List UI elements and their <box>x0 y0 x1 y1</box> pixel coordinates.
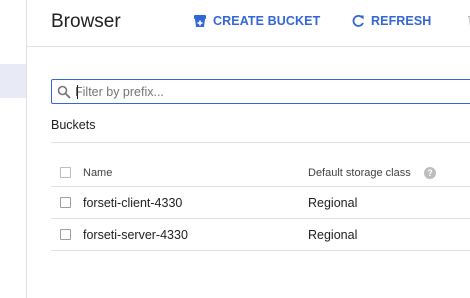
add-bucket-icon <box>194 15 206 27</box>
page-header: Browser CREATE BUCKET REFRESH <box>27 0 470 47</box>
bucket-storage-class: Regional <box>308 227 358 242</box>
row-checkbox[interactable] <box>60 197 71 208</box>
filter-field[interactable] <box>51 79 470 104</box>
refresh-button[interactable]: REFRESH <box>351 14 431 28</box>
table-header-row: Name Default storage class ? <box>51 159 470 187</box>
section-title: Buckets <box>51 118 96 132</box>
refresh-label: REFRESH <box>371 14 432 28</box>
table-row[interactable]: forseti-client-4330 Regional <box>51 187 470 219</box>
column-header-name[interactable]: Name <box>83 167 112 179</box>
filter-input[interactable] <box>75 84 455 99</box>
search-icon <box>57 85 71 99</box>
section-divider <box>51 142 470 143</box>
left-nav <box>0 0 27 298</box>
bucket-name[interactable]: forseti-client-4330 <box>83 196 182 210</box>
column-header-storage-class[interactable]: Default storage class <box>308 167 411 179</box>
bucket-name[interactable]: forseti-server-4330 <box>83 228 188 242</box>
text-cursor <box>77 85 78 99</box>
row-checkbox[interactable] <box>60 229 71 240</box>
bucket-storage-class: Regional <box>308 195 358 210</box>
table-row[interactable]: forseti-server-4330 Regional <box>51 219 470 251</box>
create-bucket-button[interactable]: CREATE BUCKET <box>193 14 320 28</box>
nav-item-selected[interactable] <box>0 64 26 98</box>
svg-text:?: ? <box>427 168 433 178</box>
create-bucket-label: CREATE BUCKET <box>213 14 321 28</box>
page-title: Browser <box>51 11 121 32</box>
refresh-icon <box>352 15 364 27</box>
help-icon[interactable]: ? <box>424 167 436 179</box>
select-all-checkbox[interactable] <box>60 167 71 178</box>
